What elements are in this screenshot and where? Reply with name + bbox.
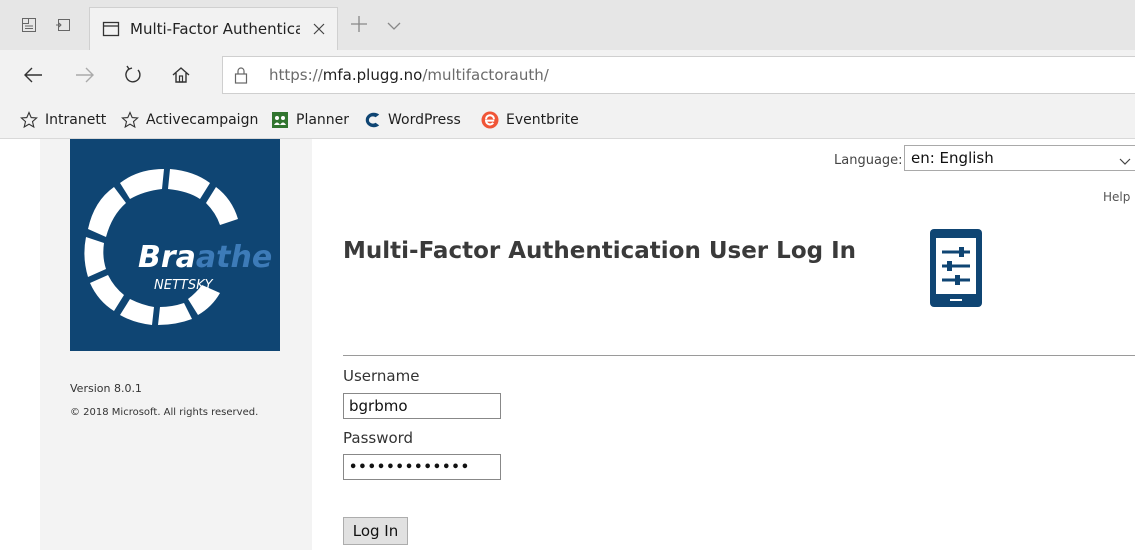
set-tabs-aside-icon[interactable] <box>52 14 74 36</box>
copyright-text: © 2018 Microsoft. All rights reserved. <box>70 407 259 418</box>
page-icon <box>102 20 120 42</box>
favorite-intranett[interactable]: Intranett <box>20 109 106 131</box>
planner-icon <box>271 111 289 129</box>
password-label: Password <box>343 429 414 447</box>
favorite-activecampaign[interactable]: Activecampaign <box>121 109 258 131</box>
wordpress-icon <box>363 111 381 129</box>
logo-subtitle: NETTSKY <box>154 278 214 293</box>
favorite-label: Eventbrite <box>506 112 579 128</box>
chevron-down-icon <box>1119 152 1131 171</box>
version-text: Version 8.0.1 <box>70 382 142 395</box>
favorite-planner[interactable]: Planner <box>271 109 349 131</box>
language-label: Language: <box>834 153 903 168</box>
favorite-label: Intranett <box>45 112 107 128</box>
forward-icon[interactable] <box>72 62 98 88</box>
star-icon <box>121 111 139 129</box>
username-input[interactable] <box>343 393 501 419</box>
log-in-button[interactable]: Log In <box>343 517 408 545</box>
url-text: https://mfa.plugg.no/multifactorauth/ <box>269 66 549 84</box>
favorites-bar: Intranett Activecampaign Planner WordPre… <box>0 100 1135 139</box>
eventbrite-icon <box>481 111 499 129</box>
url-scheme: https:// <box>269 66 323 84</box>
refresh-icon[interactable] <box>120 62 146 88</box>
divider <box>343 355 1135 356</box>
active-tab[interactable]: Multi-Factor Authentica <box>89 7 338 50</box>
help-link[interactable]: Help <box>1103 190 1130 204</box>
tab-preview-icon[interactable] <box>18 14 40 36</box>
favorite-eventbrite[interactable]: Eventbrite <box>481 109 579 131</box>
page-title: Multi-Factor Authentication User Log In <box>343 238 857 264</box>
favorite-wordpress[interactable]: WordPress <box>363 109 461 131</box>
page-content: Braathe NETTSKY Version 8.0.1 © 2018 Mic… <box>0 139 1135 550</box>
tab-strip: Multi-Factor Authentica <box>0 0 1135 51</box>
close-tab-icon[interactable] <box>308 18 330 40</box>
logo-brand-part2: athe <box>196 240 272 275</box>
language-select[interactable]: en: English <box>904 145 1135 171</box>
favorite-label: Activecampaign <box>146 112 259 128</box>
favorite-label: Planner <box>296 112 350 128</box>
url-path: /multifactorauth/ <box>422 66 549 84</box>
chevron-down-icon[interactable] <box>386 17 402 36</box>
url-host: mfa.plugg.no <box>322 66 423 84</box>
svg-text:Braathe: Braathe <box>138 240 272 275</box>
navigation-bar: https://mfa.plugg.no/multifactorauth/ <box>0 50 1135 100</box>
braathe-nettsky-logo: Braathe NETTSKY <box>70 139 280 351</box>
new-tab-icon[interactable] <box>349 14 369 38</box>
password-input[interactable] <box>343 454 501 480</box>
star-icon <box>20 111 38 129</box>
address-bar[interactable]: https://mfa.plugg.no/multifactorauth/ <box>222 56 1135 94</box>
lock-icon[interactable] <box>233 66 249 88</box>
mobile-settings-icon <box>929 228 983 312</box>
back-icon[interactable] <box>20 62 46 88</box>
left-panel: Braathe NETTSKY Version 8.0.1 © 2018 Mic… <box>40 139 312 550</box>
favorite-label: WordPress <box>388 112 461 128</box>
language-value: en: English <box>911 149 994 167</box>
username-label: Username <box>343 367 420 385</box>
tab-title: Multi-Factor Authentica <box>130 20 300 38</box>
home-icon[interactable] <box>168 62 194 88</box>
logo-brand-part1: Bra <box>138 240 196 275</box>
